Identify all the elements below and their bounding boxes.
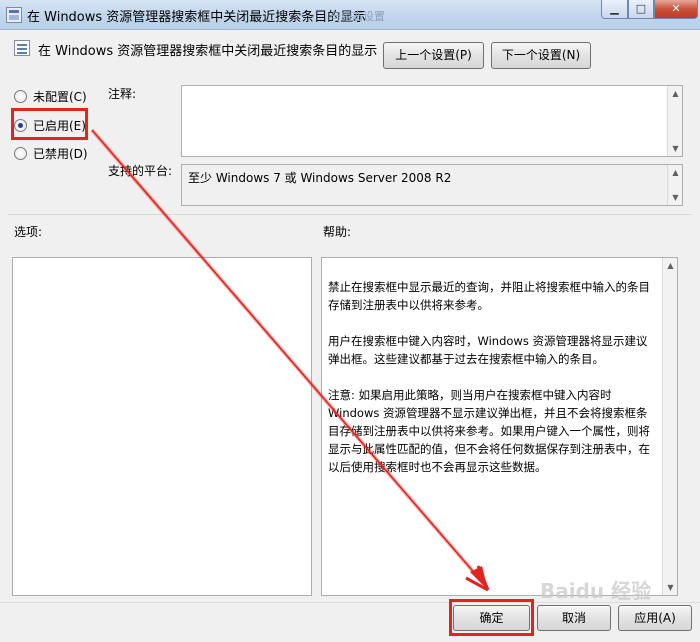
maximize-icon: □ <box>635 2 647 15</box>
policy-setting-icon <box>14 40 30 56</box>
section-divider <box>8 214 692 215</box>
minimize-button[interactable]: ▁ <box>601 0 628 19</box>
comment-label: 注释: <box>108 87 137 101</box>
radio-disabled[interactable]: 已禁用(D) <box>14 144 88 162</box>
scroll-up-icon[interactable]: ▲ <box>668 86 683 101</box>
scroll-up-icon[interactable]: ▲ <box>663 258 678 273</box>
policy-title: 在 Windows 资源管理器搜索框中关闭最近搜索条目的显示 <box>38 44 378 59</box>
platform-label: 支持的平台: <box>108 164 173 178</box>
radio-not-configured[interactable]: 未配置(C) <box>14 87 87 105</box>
platform-value: 至少 Windows 7 或 Windows Server 2008 R2 <box>188 171 452 185</box>
maximize-button[interactable]: □ <box>628 0 654 19</box>
comment-textarea[interactable]: ▲ ▼ <box>181 85 683 157</box>
radio-circle-icon[interactable] <box>14 146 27 160</box>
help-scrollbar[interactable]: ▲ ▼ <box>662 258 677 595</box>
help-paragraph: 注意: 如果启用此策略，则当用户在搜索框中键入内容时 Windows 资源管理器… <box>328 388 650 474</box>
next-setting-button[interactable]: 下一个设置(N) <box>491 42 591 69</box>
close-icon: ✕ <box>671 2 681 15</box>
window-app-icon <box>6 7 22 23</box>
scroll-down-icon[interactable]: ▼ <box>668 141 683 156</box>
scroll-down-icon[interactable]: ▼ <box>668 190 683 205</box>
help-paragraph: 用户在搜索框中键入内容时，Windows 资源管理器将显示建议弹出框。这些建议都… <box>328 334 648 366</box>
platform-scrollbar[interactable]: ▲ ▼ <box>667 165 682 205</box>
radio-label: 未配置(C) <box>33 89 87 104</box>
apply-button[interactable]: 应用(A) <box>618 605 692 631</box>
scroll-down-icon[interactable]: ▼ <box>663 580 678 595</box>
enabled-highlight-box <box>11 108 88 140</box>
options-panel <box>12 257 312 596</box>
help-text: 禁止在搜索框中显示最近的查询，并阻止将搜索框中输入的条目存储到注册表中以供将来参… <box>328 278 657 494</box>
window-title: 在 Windows 资源管理器搜索框中关闭最近搜索条目的显示 <box>27 10 367 25</box>
ok-highlight-box <box>449 599 534 636</box>
watermark-logo: Baidu 经验 <box>540 579 652 603</box>
cancel-button[interactable]: 取消 <box>537 605 611 631</box>
help-panel: 禁止在搜索框中显示最近的查询，并阻止将搜索框中输入的条目存储到注册表中以供将来参… <box>321 257 678 596</box>
help-label: 帮助: <box>323 225 352 239</box>
platform-box: 至少 Windows 7 或 Windows Server 2008 R2 ▲ … <box>181 164 683 206</box>
scroll-up-icon[interactable]: ▲ <box>668 165 683 180</box>
help-paragraph: 禁止在搜索框中显示最近的查询，并阻止将搜索框中输入的条目存储到注册表中以供将来参… <box>328 280 650 312</box>
window-title-ghost: 与组态设置 <box>330 10 385 23</box>
comment-scrollbar[interactable]: ▲ ▼ <box>667 86 682 156</box>
options-label: 选项: <box>14 225 43 239</box>
radio-circle-icon[interactable] <box>14 89 27 103</box>
radio-label: 已禁用(D) <box>33 146 88 161</box>
minimize-icon: ▁ <box>610 2 619 15</box>
close-button[interactable]: ✕ <box>654 0 698 19</box>
previous-setting-button[interactable]: 上一个设置(P) <box>383 42 484 69</box>
